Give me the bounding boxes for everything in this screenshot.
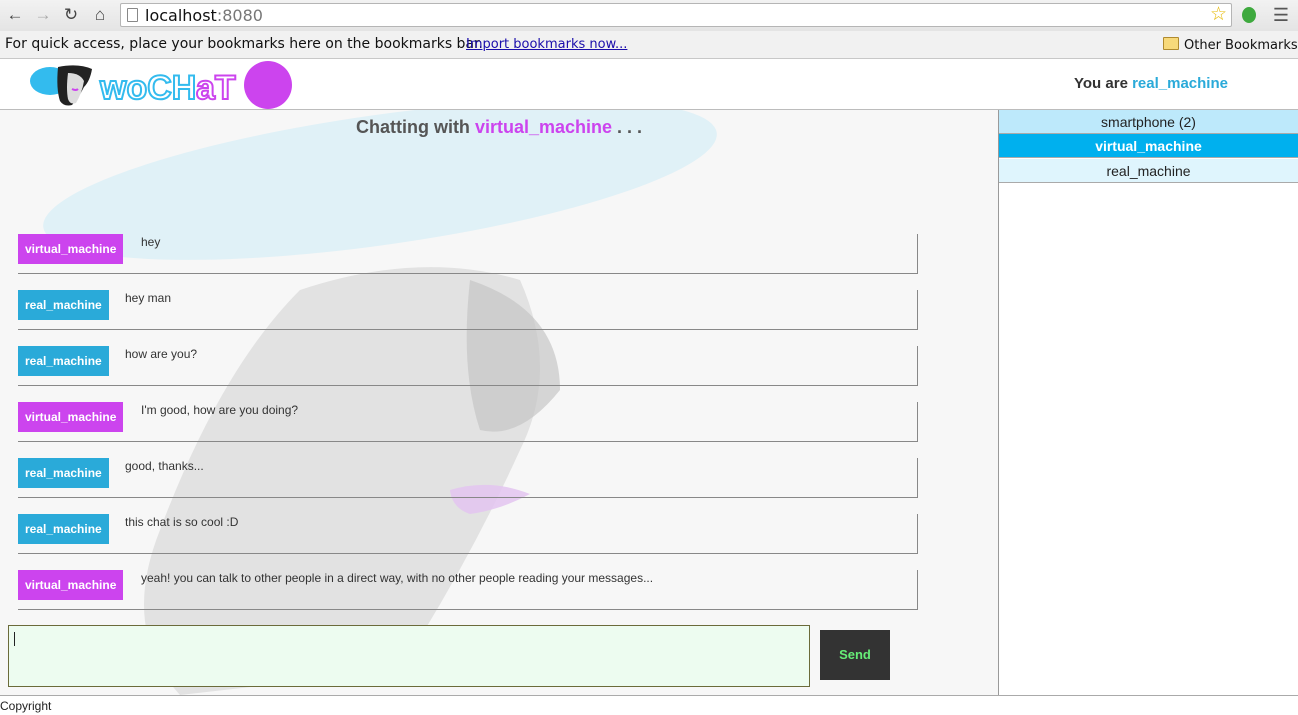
message-row: real_machine how are you? (18, 346, 918, 386)
message-text: how are you? (125, 347, 198, 361)
chat-title: Chatting with virtual_machine . . . (0, 117, 998, 138)
message-text: this chat is so cool :D (125, 515, 239, 529)
other-bookmarks-label: Other Bookmarks (1184, 38, 1298, 53)
message-row: virtual_machine I'm good, how are you do… (18, 402, 918, 442)
message-text: hey (141, 235, 161, 249)
send-button[interactable]: Send (820, 630, 890, 680)
message-sender: real_machine (18, 290, 109, 320)
user-item-virtual-machine[interactable]: virtual_machine (999, 134, 1298, 158)
message-sender: real_machine (18, 458, 109, 488)
page-icon (127, 8, 138, 22)
message-text: good, thanks... (125, 459, 204, 473)
chat-title-prefix: Chatting with (355, 117, 470, 137)
forward-icon[interactable]: → (32, 4, 54, 26)
message-text: hey man (125, 291, 172, 305)
bookmarks-prompt: For quick access, place your bookmarks h… (5, 36, 483, 52)
url-text: localhost:8080 (145, 6, 263, 25)
home-icon[interactable]: ⌂ (89, 4, 111, 26)
message-text: I'm good, how are you doing? (141, 403, 299, 417)
text-caret (14, 632, 15, 646)
message-row: real_machine this chat is so cool :D (18, 514, 918, 554)
user-item-real-machine[interactable]: real_machine (999, 159, 1298, 183)
message-sender: real_machine (18, 346, 109, 376)
message-text: yeah! you can talk to other people in a … (141, 571, 654, 585)
svg-text:woCH: woCH (99, 69, 196, 107)
message-sender: real_machine (18, 514, 109, 544)
address-bar[interactable]: localhost:8080 ☆ (120, 3, 1232, 27)
message-sender: virtual_machine (18, 402, 124, 432)
svg-text:aT: aT (196, 69, 236, 107)
message-row: real_machine hey man (18, 290, 918, 330)
message-row: virtual_machine hey (18, 234, 918, 274)
footer: Copyright (0, 695, 1298, 715)
folder-icon (1163, 37, 1179, 50)
browser-toolbar: ← → ↻ ⌂ localhost:8080 ☆ ☰ (0, 0, 1298, 31)
you-are-label: You are (1074, 75, 1128, 92)
back-icon[interactable]: ← (4, 4, 26, 26)
message-sender: virtual_machine (18, 234, 124, 264)
current-user-name: real_machine (1132, 75, 1228, 92)
message-input[interactable] (8, 625, 810, 687)
message-row: virtual_machine yeah! you can talk to ot… (18, 570, 918, 610)
chat-partner-name: virtual_machine (474, 117, 613, 137)
message-sender: virtual_machine (18, 570, 124, 600)
message-row: real_machine good, thanks... (18, 458, 918, 498)
chat-panel: Chatting with virtual_machine . . . virt… (0, 110, 998, 695)
bookmarks-bar: For quick access, place your bookmarks h… (0, 31, 1298, 59)
import-bookmarks-link[interactable]: Import bookmarks now... (466, 37, 627, 52)
star-icon[interactable]: ☆ (1210, 4, 1227, 26)
url-port: :8080 (216, 6, 263, 25)
menu-icon[interactable]: ☰ (1272, 5, 1290, 25)
user-list: smartphone (2) virtual_machine real_mach… (998, 110, 1298, 695)
other-bookmarks-button[interactable]: Other Bookmarks (1163, 37, 1298, 53)
user-item-smartphone[interactable]: smartphone (2) (999, 110, 1298, 134)
app-header: woCH aT You are real_machine (0, 59, 1298, 110)
chat-title-suffix: . . . (617, 117, 643, 137)
wochat-logo: woCH aT (30, 61, 292, 109)
current-user-indicator: You are real_machine (1074, 75, 1228, 92)
url-host: localhost (145, 6, 217, 25)
extension-icon[interactable] (1242, 7, 1256, 23)
copyright-text: Copyright (0, 699, 52, 713)
reload-icon[interactable]: ↻ (60, 4, 82, 26)
